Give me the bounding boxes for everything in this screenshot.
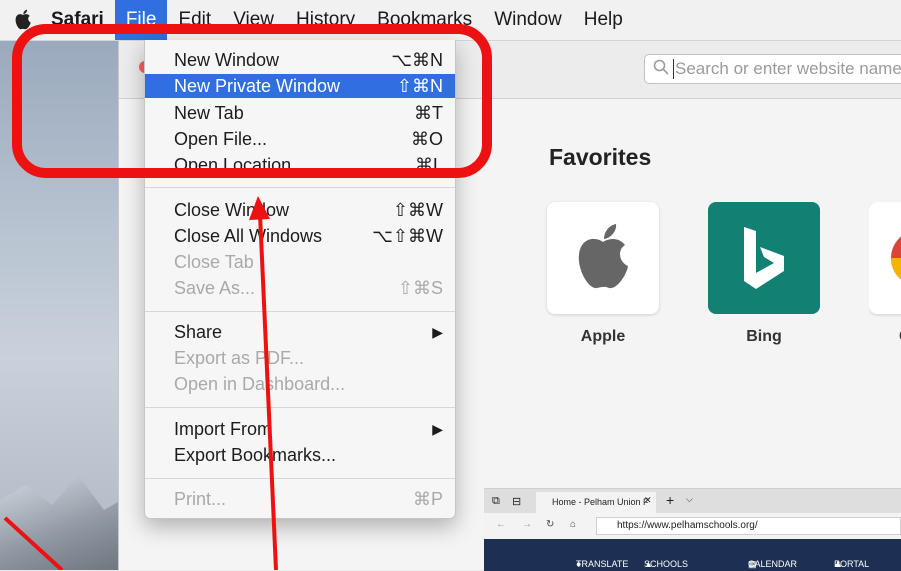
annotation-arrow-line-2 bbox=[3, 516, 64, 570]
annotation-arrowhead bbox=[249, 196, 270, 220]
annotation-arrow-line bbox=[258, 213, 278, 570]
annotation-arrows bbox=[3, 196, 278, 570]
